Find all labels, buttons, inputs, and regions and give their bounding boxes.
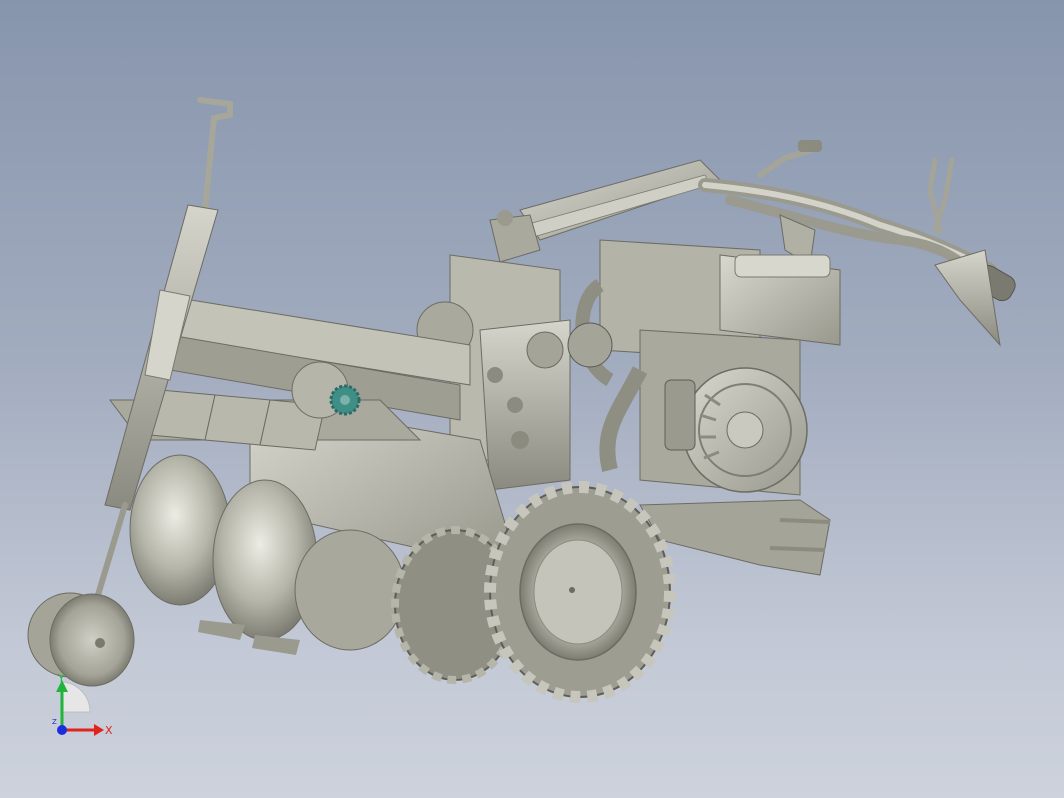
tiller-3d-model[interactable]	[0, 0, 1064, 798]
y-axis-label: Y	[57, 672, 65, 685]
x-axis-label: X	[105, 724, 113, 737]
orientation-triad: Y X Z	[52, 672, 113, 737]
z-axis-label: Z	[52, 718, 57, 726]
z-axis-dot	[57, 725, 67, 735]
engine-block[interactable]	[575, 239, 841, 496]
x-axis-arrow	[94, 724, 104, 736]
front-drive-wheel[interactable]	[484, 481, 676, 703]
cad-viewport[interactable]: Y X Z	[0, 0, 1064, 798]
